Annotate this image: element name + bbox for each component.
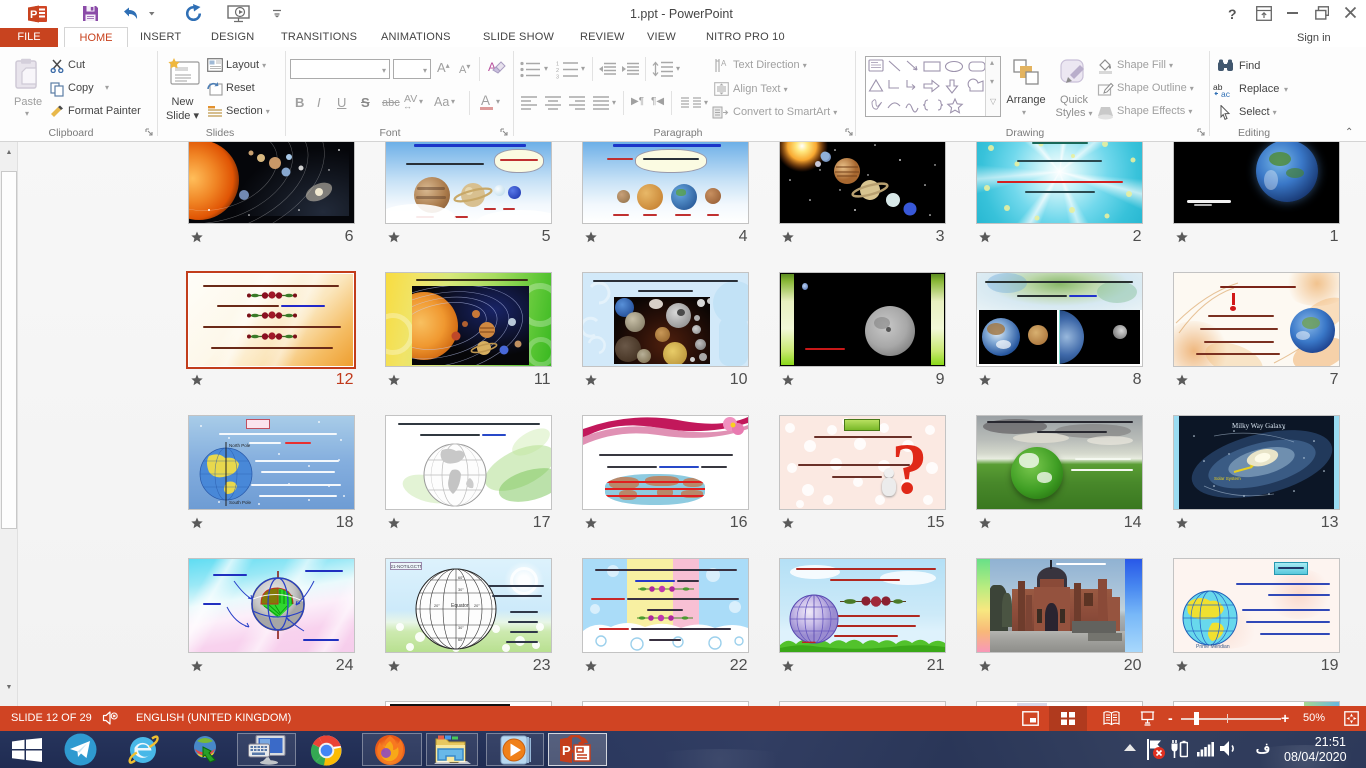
svg-text:P: P (30, 9, 37, 21)
svg-text:3: 3 (556, 75, 559, 80)
svg-text:A: A (721, 59, 727, 68)
svg-text:Equator: Equator (451, 603, 469, 609)
svg-text:60°: 60° (458, 576, 464, 580)
svg-text:P: P (562, 743, 571, 758)
svg-text:Solar System: Solar System (1214, 476, 1241, 481)
svg-text:60°: 60° (458, 638, 464, 642)
svg-text:ac: ac (1221, 89, 1231, 98)
svg-text:20°: 20° (474, 604, 480, 608)
svg-text:Prime Meridian: Prime Meridian (1196, 644, 1230, 649)
svg-text:Milky Way Galaxy: Milky Way Galaxy (1232, 422, 1286, 430)
svg-text:A: A (488, 60, 496, 74)
svg-text:2: 2 (556, 68, 559, 74)
svg-text:20°: 20° (434, 604, 440, 608)
svg-text:South Pole: South Pole (229, 500, 252, 505)
svg-text:30°: 30° (458, 626, 464, 630)
svg-text:North Pole: North Pole (229, 443, 251, 448)
svg-text:30°: 30° (458, 588, 464, 592)
svg-text:▬▬▬: ▬▬▬ (802, 639, 816, 644)
svg-text:1: 1 (556, 62, 559, 68)
